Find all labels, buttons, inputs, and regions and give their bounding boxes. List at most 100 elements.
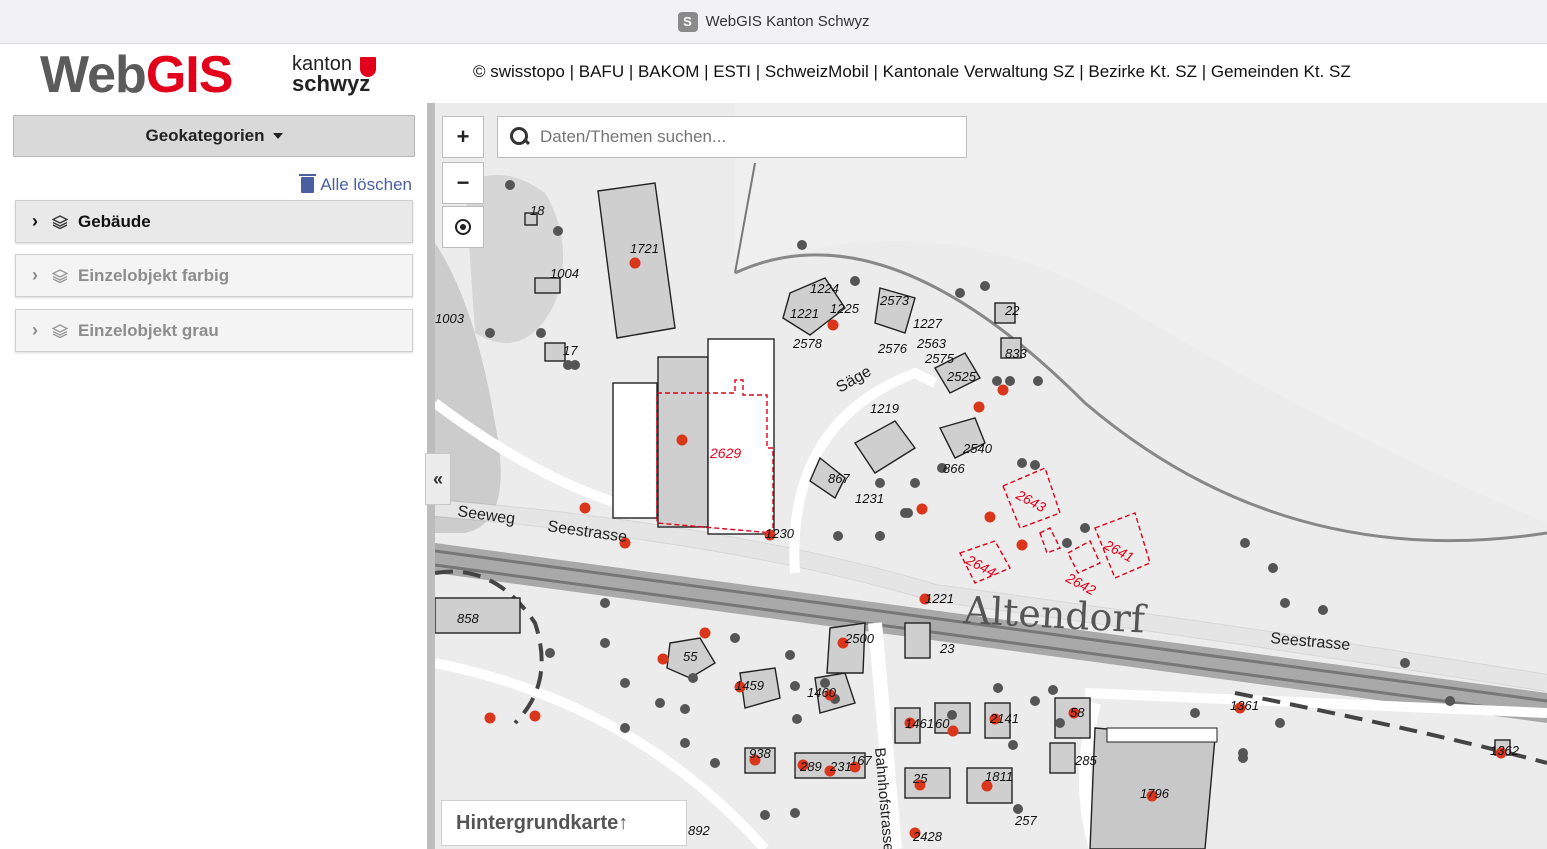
address-point[interactable]	[827, 319, 839, 331]
building-number-label: 18	[530, 203, 545, 218]
tree-symbol	[570, 360, 580, 370]
address-point[interactable]	[676, 434, 688, 446]
tree-symbol	[903, 508, 913, 518]
address-point[interactable]	[699, 627, 711, 639]
tree-symbol	[620, 723, 630, 733]
building-number-label: 1362	[1490, 743, 1520, 758]
building-number-label: 167	[850, 753, 872, 768]
address-point[interactable]	[997, 384, 1009, 396]
tree-symbol	[1062, 538, 1072, 548]
webgis-logo[interactable]: WebGIS	[40, 48, 233, 102]
building-number-label: 60	[935, 716, 950, 731]
layer-item-gebaeude[interactable]: › Gebäude	[15, 200, 413, 243]
address-point[interactable]	[973, 401, 985, 413]
tree-symbol	[910, 478, 920, 488]
tree-symbol	[1275, 718, 1285, 728]
zoom-out-button[interactable]: −	[442, 162, 484, 204]
building-number-label: 938	[749, 746, 771, 761]
map-attribution: © swisstopo | BAFU | BAKOM | ESTI | Schw…	[473, 62, 1351, 81]
tree-symbol	[545, 648, 555, 658]
tree-symbol	[1017, 458, 1027, 468]
building-number-label: 257	[1014, 813, 1037, 828]
layer-item-einzelobjekt-farbig[interactable]: › Einzelobjekt farbig	[15, 254, 413, 297]
tree-symbol	[600, 638, 610, 648]
tree-symbol	[536, 328, 546, 338]
search-input[interactable]	[540, 127, 940, 147]
address-point[interactable]	[1016, 539, 1028, 551]
building-number-label: 1003	[435, 311, 465, 326]
building-number-label: 2141	[989, 711, 1019, 726]
building-number-label: 858	[457, 611, 479, 626]
tree-symbol	[790, 681, 800, 691]
address-point[interactable]	[529, 710, 541, 722]
tree-symbol	[1030, 696, 1040, 706]
building-number-label: 1721	[630, 241, 659, 256]
building-number-label: 1811	[985, 769, 1013, 784]
tree-symbol	[485, 328, 495, 338]
browser-titlebar: S WebGIS Kanton Schwyz	[0, 0, 1547, 44]
building-number-label: 2563	[916, 336, 947, 351]
building-number-label: 231	[829, 759, 852, 774]
address-point[interactable]	[657, 653, 669, 665]
tree-symbol	[790, 808, 800, 818]
building-number-label: 23	[939, 641, 955, 656]
sidebar: Geokategorien Alle löschen › Gebäude › E…	[0, 103, 427, 849]
tree-symbol	[655, 698, 665, 708]
site-favicon-icon: S	[677, 11, 698, 32]
collapse-sidebar-button[interactable]: «	[425, 453, 451, 505]
tree-symbol	[1240, 538, 1250, 548]
tree-symbol	[1190, 708, 1200, 718]
tree-symbol	[993, 683, 1003, 693]
address-point[interactable]	[629, 257, 641, 269]
tree-symbol	[505, 180, 515, 190]
tree-symbol	[955, 288, 965, 298]
geokategorien-dropdown[interactable]: Geokategorien	[13, 115, 415, 157]
address-point[interactable]	[916, 503, 928, 515]
locate-button[interactable]	[442, 206, 484, 248]
tree-symbol	[833, 531, 843, 541]
chevron-right-icon: ›	[32, 211, 38, 231]
building-number-label: 1219	[870, 401, 899, 416]
building-number-label: 1361	[1230, 698, 1259, 713]
address-point[interactable]	[984, 511, 996, 523]
tree-symbol	[1033, 376, 1043, 386]
tree-symbol	[980, 281, 990, 291]
building-number-label: 1225	[830, 301, 860, 316]
tree-symbol	[850, 276, 860, 286]
tree-symbol	[710, 758, 720, 768]
tree-symbol	[1080, 523, 1090, 533]
chevron-right-icon: ›	[32, 265, 38, 285]
tree-symbol	[1445, 696, 1455, 706]
layer-item-einzelobjekt-grau[interactable]: › Einzelobjekt grau	[15, 309, 413, 352]
building-number-label: 22	[1004, 303, 1020, 318]
locate-icon	[455, 219, 471, 235]
building-number-label: 58	[435, 103, 450, 106]
building-number-label: 892	[688, 823, 710, 838]
layers-icon	[52, 214, 68, 229]
building-number-label: 1461	[905, 716, 934, 731]
tree-symbol	[1238, 748, 1248, 758]
tree-symbol	[730, 633, 740, 643]
zoom-in-button[interactable]: +	[442, 116, 484, 158]
tree-symbol	[1318, 605, 1328, 615]
trash-icon	[299, 174, 317, 193]
building-number-label: 1796	[1140, 786, 1170, 801]
address-point[interactable]	[579, 502, 591, 514]
background-map-button[interactable]: Hintergrundkarte↑	[441, 800, 687, 846]
tree-symbol	[1008, 740, 1018, 750]
address-point[interactable]	[484, 712, 496, 724]
map-svg: Altendorf Seeweg Seestrasse Seestrasse S…	[435, 103, 1547, 849]
search-box[interactable]	[497, 116, 967, 158]
tree-symbol	[1005, 376, 1015, 386]
clear-all-button[interactable]: Alle löschen	[299, 174, 412, 195]
map-canvas[interactable]: Altendorf Seeweg Seestrasse Seestrasse S…	[435, 103, 1547, 849]
building-number-label: 2525	[946, 369, 977, 384]
tree-symbol	[600, 598, 610, 608]
kanton-shield-icon	[360, 57, 376, 77]
chevron-right-icon: ›	[32, 320, 38, 340]
tree-symbol	[1268, 563, 1278, 573]
tree-symbol	[1280, 598, 1290, 608]
tree-symbol	[1030, 460, 1040, 470]
building-number-label: 285	[1074, 753, 1097, 768]
building-number-label: 2578	[792, 336, 823, 351]
